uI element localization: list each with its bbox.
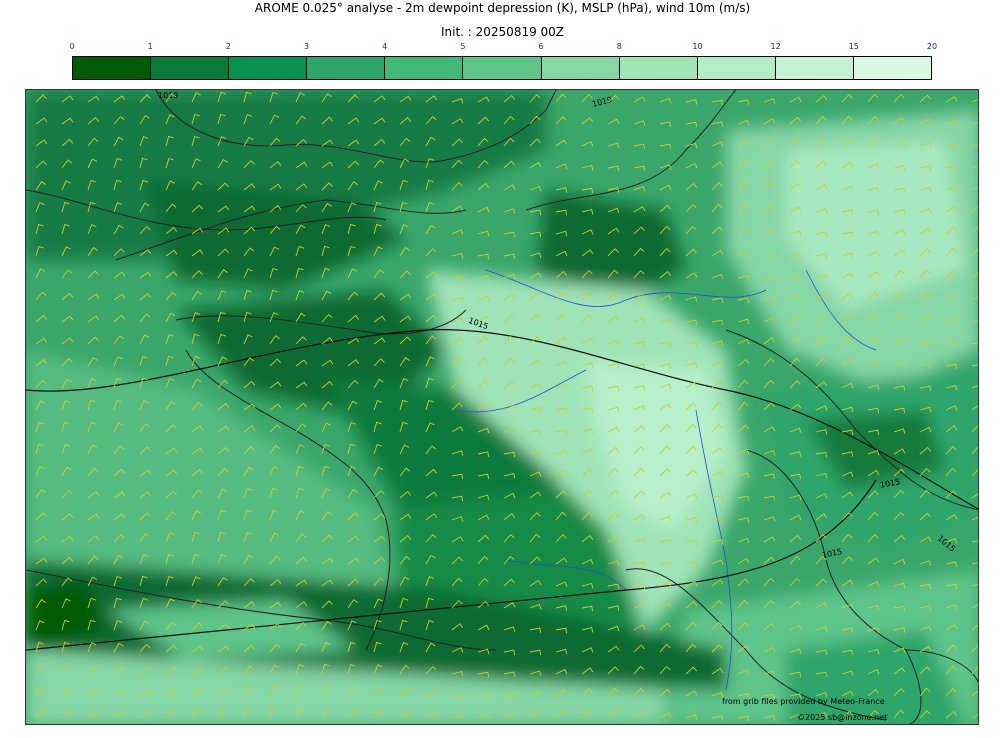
- colorbar-segment: [697, 57, 776, 79]
- colorbar-segment: [619, 57, 698, 79]
- weather-map: 1019 1019 1015 1015 1015 1015: [25, 89, 979, 725]
- colorbar-tick: 15: [848, 42, 859, 51]
- colorbar-tick: 3: [303, 42, 310, 51]
- colorbar-tick: 2: [225, 42, 231, 51]
- colorbar-tick: 0: [69, 42, 75, 51]
- colorbar-tick: 20: [926, 42, 938, 51]
- colorbar-segment: [385, 57, 464, 79]
- colorbar-segment: [463, 57, 542, 79]
- colorbar-segment: [775, 57, 854, 79]
- colorbar-segment: [541, 57, 620, 79]
- colorbar-tick: 5: [460, 42, 466, 51]
- colorbar-segment: [229, 57, 308, 79]
- copyright-credit: ©2025 sb@inzone.net: [797, 713, 888, 722]
- colorbar-tick: 4: [382, 42, 388, 51]
- data-credit: from grib files provided by Meteo-France: [722, 697, 885, 706]
- colorbar-tick: 12: [770, 42, 781, 51]
- colorbar-tick: 1: [147, 42, 153, 51]
- colorbar-segment: [73, 57, 152, 79]
- init-time: Init. : 20250819 00Z: [440, 25, 565, 39]
- colorbar-ticks: 0 1 2 3 4 5 6 8 10 12 15 20: [69, 42, 937, 54]
- map-canvas: 1019 1019 1015 1015 1015 1015: [26, 90, 978, 724]
- colorbar-segment: [853, 57, 932, 79]
- colorbar-tick: 8: [616, 42, 622, 51]
- colorbar-segment: [307, 57, 386, 79]
- colorbar: [72, 56, 932, 80]
- colorbar-tick: 6: [538, 42, 544, 51]
- colorbar-tick: 10: [692, 42, 703, 51]
- colorbar-segment: [151, 57, 230, 79]
- chart-title: AROME 0.025° analyse - 2m dewpoint depre…: [254, 1, 751, 15]
